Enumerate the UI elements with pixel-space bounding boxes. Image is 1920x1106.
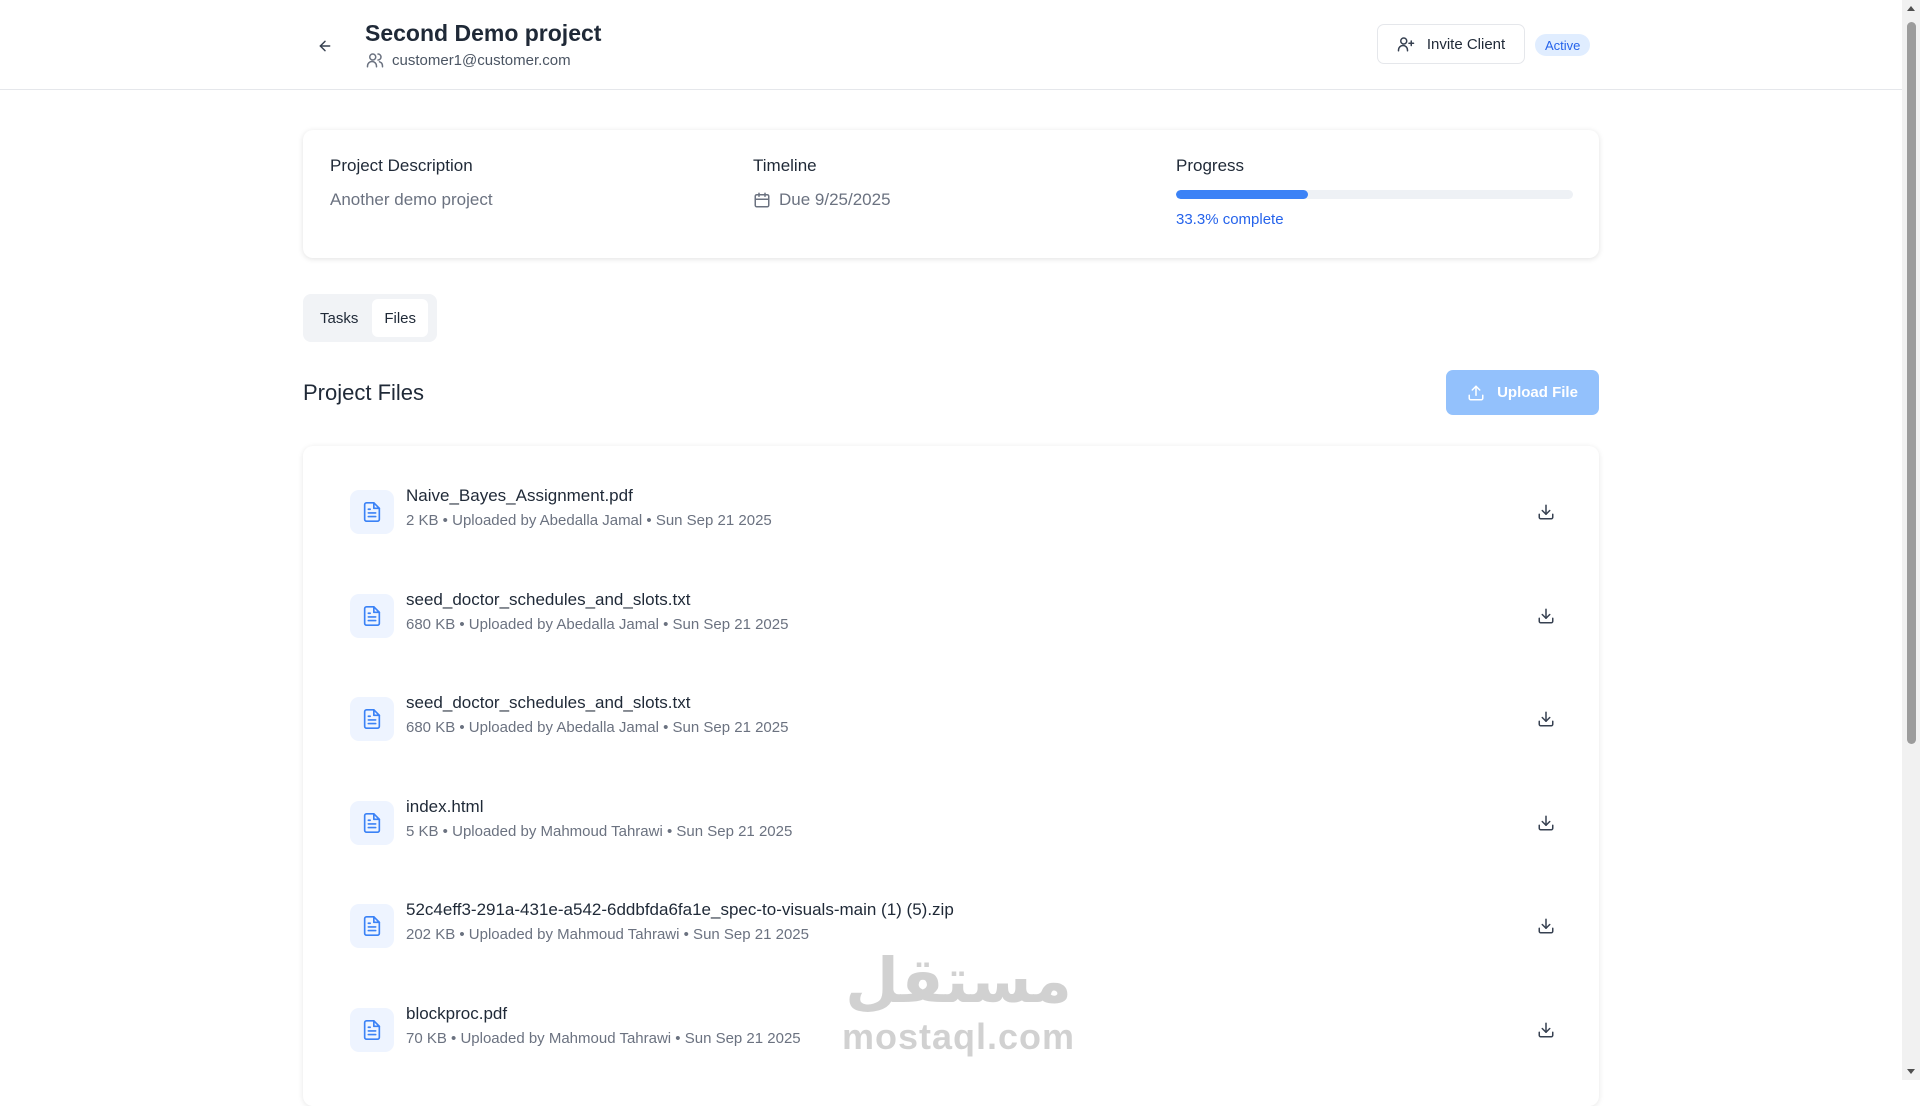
- upload-icon: [1468, 385, 1484, 400]
- client-email: customer1@customer.com: [392, 51, 571, 69]
- download-button[interactable]: [1534, 707, 1558, 731]
- watermark-latin: mostaql.com: [842, 1016, 1076, 1057]
- calendar-icon: [754, 192, 770, 208]
- page-title: Second Demo project: [365, 20, 602, 46]
- file-meta: 2 KB • Uploaded by Abedalla Jamal • Sun …: [406, 512, 772, 529]
- file-icon-box: [350, 801, 394, 845]
- download-button[interactable]: [1534, 914, 1558, 938]
- download-icon: [1538, 711, 1554, 727]
- file-icon-box: [350, 1008, 394, 1052]
- file-text-icon: [363, 606, 381, 626]
- download-button[interactable]: [1534, 1018, 1558, 1042]
- file-text-icon: [363, 709, 381, 729]
- file-icon-box: [350, 697, 394, 741]
- description-label: Project Description: [330, 156, 473, 175]
- progress-label: Progress: [1176, 156, 1245, 175]
- tab-list: Tasks Files: [303, 294, 437, 342]
- file-text-icon: [363, 1020, 381, 1040]
- users-icon: [366, 53, 384, 68]
- upload-file-label: Upload File: [1497, 384, 1578, 401]
- file-meta: 202 KB • Uploaded by Mahmoud Tahrawi • S…: [406, 926, 809, 943]
- invite-client-button[interactable]: Invite Client: [1377, 24, 1525, 64]
- upload-file-button[interactable]: Upload File: [1446, 370, 1599, 415]
- timeline-value: Due 9/25/2025: [753, 190, 891, 210]
- file-icon-box: [350, 904, 394, 948]
- description-section: Project Description Another demo project: [330, 156, 493, 210]
- progress-bar-fill: [1176, 190, 1309, 199]
- scroll-up-arrow[interactable]: [1907, 6, 1915, 11]
- file-row: seed_doctor_schedules_and_slots.txt 680 …: [348, 689, 1558, 749]
- timeline-section: Timeline Due 9/25/2025: [753, 156, 891, 210]
- file-icon-box: [350, 490, 394, 534]
- file-meta: 680 KB • Uploaded by Abedalla Jamal • Su…: [406, 719, 789, 736]
- file-name: seed_doctor_schedules_and_slots.txt: [406, 590, 691, 609]
- download-icon: [1538, 918, 1554, 934]
- download-icon: [1538, 608, 1554, 624]
- progress-section: Progress 33.3% complete: [1176, 156, 1573, 228]
- arrow-left-icon: [319, 40, 331, 52]
- download-button[interactable]: [1534, 811, 1558, 835]
- tab-files[interactable]: Files: [372, 299, 429, 337]
- download-icon: [1538, 1022, 1554, 1038]
- file-name: seed_doctor_schedules_and_slots.txt: [406, 693, 691, 712]
- file-name: 52c4eff3-291a-431e-a542-6ddbfda6fa1e_spe…: [406, 900, 954, 919]
- due-date: Due 9/25/2025: [779, 190, 891, 209]
- status-badge: Active: [1535, 34, 1591, 56]
- invite-client-label: Invite Client: [1426, 35, 1506, 53]
- file-icon-box: [350, 594, 394, 638]
- file-text-icon: [363, 502, 381, 522]
- description-value: Another demo project: [330, 190, 493, 210]
- download-icon: [1538, 815, 1554, 831]
- scroll-thumb[interactable]: [1907, 22, 1916, 744]
- progress-bar: [1176, 190, 1573, 199]
- client-info: customer1@customer.com: [366, 51, 571, 69]
- download-button[interactable]: [1534, 500, 1558, 524]
- file-row: seed_doctor_schedules_and_slots.txt 680 …: [348, 586, 1558, 646]
- file-row: Naive_Bayes_Assignment.pdf 2 KB • Upload…: [348, 482, 1558, 542]
- file-text-icon: [363, 813, 381, 833]
- description-text: Another demo project: [330, 190, 493, 209]
- back-button[interactable]: [313, 34, 337, 58]
- watermark-logo: مستقل mostaql.com: [842, 950, 1075, 1058]
- section-title: Project Files: [303, 380, 425, 405]
- project-info-card: Project Description Another demo project…: [303, 130, 1599, 258]
- file-row: index.html 5 KB • Uploaded by Mahmoud Ta…: [348, 793, 1558, 853]
- download-button[interactable]: [1534, 604, 1558, 628]
- project-header: Second Demo project customer1@customer.c…: [0, 0, 1902, 90]
- file-name: blockproc.pdf: [406, 1004, 508, 1023]
- file-meta: 680 KB • Uploaded by Abedalla Jamal • Su…: [406, 616, 789, 633]
- file-name: index.html: [406, 797, 484, 816]
- timeline-label: Timeline: [753, 156, 817, 175]
- scrollbar[interactable]: [1902, 0, 1920, 1080]
- file-meta: 70 KB • Uploaded by Mahmoud Tahrawi • Su…: [406, 1030, 801, 1047]
- scroll-down-arrow[interactable]: [1907, 1069, 1915, 1074]
- file-text-icon: [363, 916, 381, 936]
- file-meta: 5 KB • Uploaded by Mahmoud Tahrawi • Sun…: [406, 823, 793, 840]
- file-name: Naive_Bayes_Assignment.pdf: [406, 486, 633, 505]
- user-plus-icon: [1397, 37, 1415, 52]
- watermark-arabic: مستقل: [845, 944, 1072, 1017]
- progress-text: 33.3% complete: [1176, 211, 1284, 228]
- tab-tasks[interactable]: Tasks: [308, 299, 370, 337]
- download-icon: [1538, 504, 1554, 520]
